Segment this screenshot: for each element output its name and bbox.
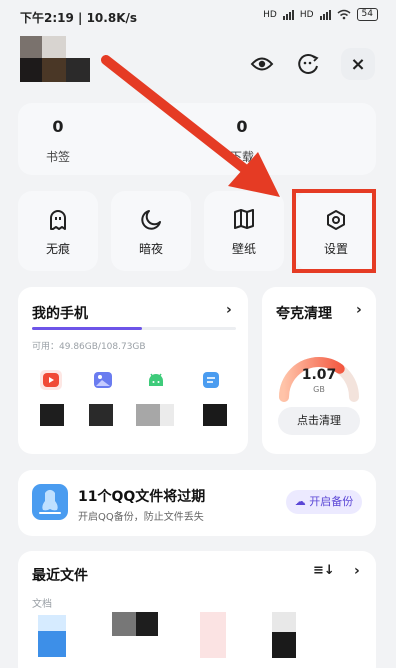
tile-wallpaper-label: 壁纸 [231, 242, 256, 256]
storage-bar-fill [32, 327, 143, 330]
bookmarks-stat[interactable]: 0 书签 [18, 117, 98, 165]
signal-2-icon [319, 9, 331, 20]
avatar[interactable] [20, 36, 90, 82]
signal-icon [282, 9, 294, 20]
chevron-right-icon: › [356, 302, 362, 318]
tile-wallpaper[interactable]: 壁纸 [204, 191, 284, 271]
chevron-right-icon[interactable]: › [354, 563, 360, 579]
tile-night-mode[interactable]: 暗夜 [111, 191, 191, 271]
close-icon: × [350, 53, 366, 75]
tile-incognito[interactable]: 无痕 [18, 191, 98, 271]
close-button[interactable]: × [341, 48, 375, 80]
document-thumb[interactable] [272, 632, 296, 658]
recent-thumb[interactable] [136, 404, 160, 426]
status-time-speed: 下午2:19 | 10.8K/s [20, 11, 138, 25]
clean-button[interactable]: 点击清理 [278, 407, 360, 435]
enable-backup-label: 开启备份 [309, 495, 354, 508]
status-bar: 下午2:19 | 10.8K/s HD HD 54 [0, 0, 396, 30]
recent-files-card[interactable]: 最近文件 ≡↓ › 文档 [18, 551, 376, 668]
document-thumb[interactable] [112, 612, 136, 636]
moon-icon [111, 209, 191, 231]
network-type-2: HD [299, 9, 314, 20]
qq-files-icon [32, 484, 68, 520]
network-type: HD [263, 9, 277, 20]
qq-files-subtitle: 开启QQ备份，防止文件丢失 [78, 512, 204, 523]
tile-incognito-label: 无痕 [45, 242, 70, 256]
document-thumb[interactable] [136, 612, 158, 636]
android-app-icon[interactable] [145, 370, 167, 390]
downloads-stat[interactable]: 0 下载 [202, 117, 282, 165]
eye-icon[interactable] [248, 50, 276, 78]
document-thumb[interactable] [272, 612, 296, 632]
recent-files-subtitle: 文档 [32, 599, 52, 610]
sort-icon[interactable]: ≡↓ [313, 563, 335, 578]
enable-backup-button[interactable]: ☁ 开启备份 [286, 490, 362, 514]
book-icon [204, 209, 284, 229]
battery-indicator: 54 [356, 8, 378, 21]
storage-bar [32, 327, 236, 330]
downloads-count: 0 [236, 117, 248, 136]
cleaner-value: 1.07 [301, 367, 337, 383]
bookmarks-card: 0 书签 0 下载 [18, 103, 376, 175]
chevron-right-icon: › [226, 302, 232, 318]
screen: 下午2:19 | 10.8K/s HD HD 54 × 0 书签 0 下载 无痕… [0, 0, 396, 668]
cleaner-title: 夸克清理 [276, 306, 332, 322]
ghost-icon [18, 209, 98, 231]
recent-thumb[interactable] [203, 404, 227, 426]
downloads-label: 下载 [229, 150, 254, 164]
gallery-app-icon[interactable] [92, 370, 114, 390]
files-app-icon[interactable] [200, 370, 222, 390]
bookmarks-count: 0 [52, 117, 64, 136]
video-app-icon[interactable] [40, 370, 62, 390]
recent-thumb [160, 404, 174, 426]
cleaner-unit: GB [313, 385, 325, 394]
cleaner-card[interactable]: 夸克清理 › 1.07 GB 点击清理 [262, 287, 376, 454]
emoji-face-icon[interactable] [294, 50, 322, 78]
bookmarks-label: 书签 [45, 150, 70, 164]
qq-files-title: 11个QQ文件将过期 [78, 489, 206, 505]
document-thumb[interactable] [200, 612, 226, 658]
status-right: HD HD 54 [263, 8, 378, 21]
recent-thumb[interactable] [89, 404, 113, 426]
document-thumb[interactable] [38, 615, 66, 631]
my-phone-title: 我的手机 [32, 306, 88, 322]
document-thumb[interactable] [38, 631, 66, 657]
cloud-upload-icon: ☁ [294, 495, 306, 508]
qq-files-card[interactable]: 11个QQ文件将过期 开启QQ备份，防止文件丢失 ☁ 开启备份 [18, 470, 376, 536]
tile-night-mode-label: 暗夜 [138, 242, 163, 256]
settings-highlight-box [292, 189, 376, 273]
wifi-icon [337, 9, 351, 20]
storage-text: 可用：49.86GB/108.73GB [32, 342, 146, 352]
recent-thumb[interactable] [40, 404, 64, 426]
recent-files-title: 最近文件 [32, 568, 88, 584]
